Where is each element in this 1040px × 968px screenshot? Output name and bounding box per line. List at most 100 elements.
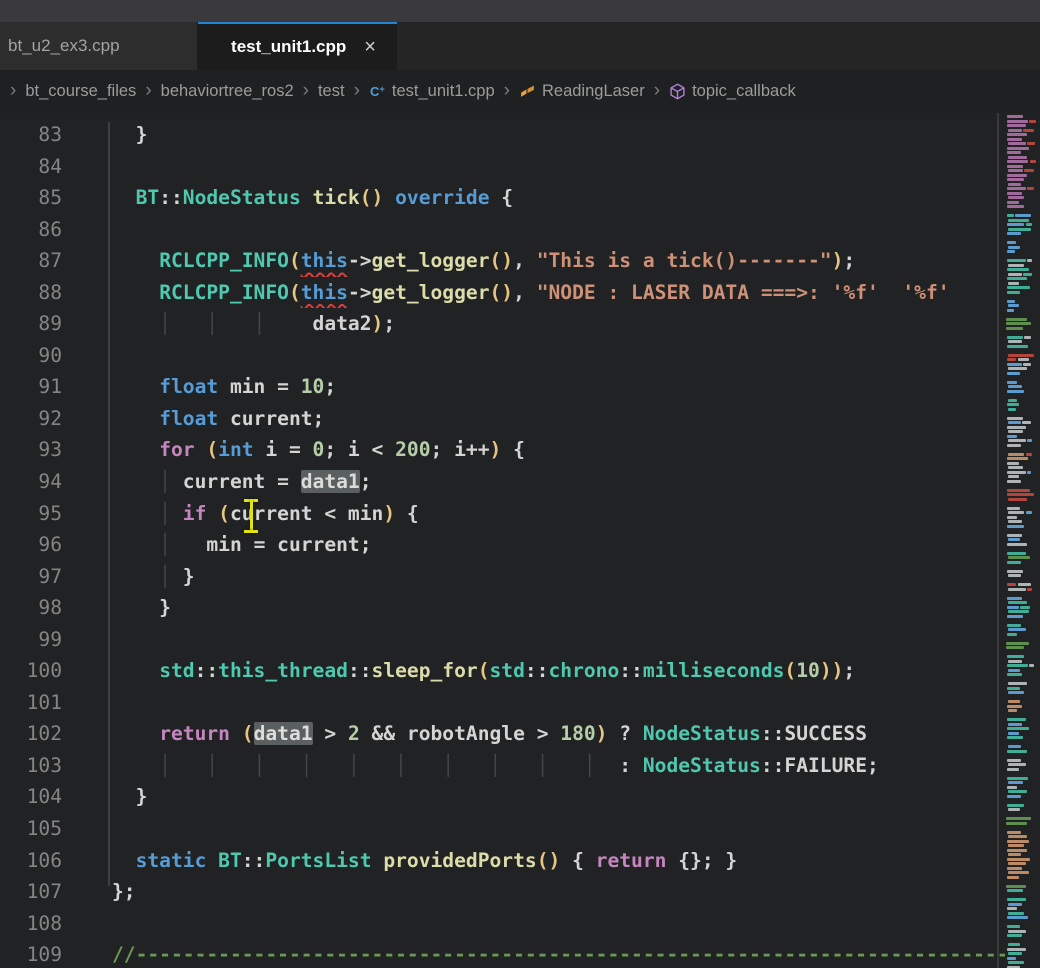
gutter-line-number[interactable]: 98 xyxy=(0,592,62,624)
code-line-92[interactable]: 92 float current; xyxy=(0,403,1005,435)
code-text[interactable]: RCLCPP_INFO(this->get_logger(), "NODE : … xyxy=(62,277,950,309)
code-line-89[interactable]: 89 │ │ │ data2); xyxy=(0,308,1005,340)
code-line-97[interactable]: 97 │ } xyxy=(0,561,1005,593)
gutter-line-number[interactable]: 109 xyxy=(0,939,62,968)
breadcrumb-item-test_unit1.cpp[interactable]: C+test_unit1.cpp xyxy=(369,82,495,101)
gutter-line-number[interactable]: 87 xyxy=(0,245,62,277)
gutter-line-number[interactable]: 84 xyxy=(0,151,62,183)
breadcrumb-item-test[interactable]: test xyxy=(318,82,345,101)
code-line-105[interactable]: 105 xyxy=(0,813,1005,845)
code-text[interactable]: │ } xyxy=(62,561,195,593)
minimap-line xyxy=(1026,511,1033,514)
minimap-line xyxy=(1007,345,1028,348)
gutter-line-number[interactable]: 102 xyxy=(0,718,62,750)
code-text[interactable]: } xyxy=(62,592,171,624)
code-line-95[interactable]: 95 │ if (current < min) { xyxy=(0,498,1005,530)
code-text[interactable]: RCLCPP_INFO(this->get_logger(), "This is… xyxy=(62,245,855,277)
code-text[interactable]: │ │ │ data2); xyxy=(62,308,395,340)
code-line-108[interactable]: 108 xyxy=(0,908,1005,940)
code-line-91[interactable]: 91 float min = 10; xyxy=(0,371,1005,403)
gutter-line-number[interactable]: 85 xyxy=(0,182,62,214)
code-text[interactable]: } xyxy=(62,119,147,151)
breadcrumb-item-behaviortree_ros2[interactable]: behaviortree_ros2 xyxy=(161,82,294,101)
code-line-109[interactable]: 109//-----------------------------------… xyxy=(0,939,1005,968)
minimap-line xyxy=(1027,471,1032,474)
gutter-line-number[interactable]: 97 xyxy=(0,561,62,593)
code-text[interactable] xyxy=(62,340,124,372)
code-text[interactable]: │ min = current; xyxy=(62,529,372,561)
breadcrumb-item-readinglaser[interactable]: ReadingLaser xyxy=(519,82,645,101)
gutter-line-number[interactable]: 89 xyxy=(0,308,62,340)
code-line-104[interactable]: 104 } xyxy=(0,781,1005,813)
code-line-93[interactable]: 93 for (int i = 0; i < 200; i++) { xyxy=(0,434,1005,466)
breadcrumb-item-topic_callback[interactable]: topic_callback xyxy=(669,82,796,101)
gutter-line-number[interactable]: 103 xyxy=(0,750,62,782)
code-line-87[interactable]: 87 RCLCPP_INFO(this->get_logger(), "This… xyxy=(0,245,1005,277)
minimap-line xyxy=(1007,727,1029,730)
code-line-94[interactable]: 94 │ current = data1; xyxy=(0,466,1005,498)
code-line-83[interactable]: 83 } xyxy=(0,119,1005,151)
minimap[interactable] xyxy=(1006,115,1040,968)
code-line-88[interactable]: 88 RCLCPP_INFO(this->get_logger(), "NODE… xyxy=(0,277,1005,309)
code-text[interactable]: return (data1 > 2 && robotAngle > 180) ?… xyxy=(62,718,867,750)
gutter-line-number[interactable]: 91 xyxy=(0,371,62,403)
code-text[interactable]: for (int i = 0; i < 200; i++) { xyxy=(62,434,525,466)
gutter-line-number[interactable]: 100 xyxy=(0,655,62,687)
code-line-85[interactable]: 85 BT::NodeStatus tick() override { xyxy=(0,182,1005,214)
code-text[interactable]: float min = 10; xyxy=(62,371,336,403)
code-line-107[interactable]: 107}; xyxy=(0,876,1005,908)
gutter-line-number[interactable]: 105 xyxy=(0,813,62,845)
code-line-103[interactable]: 103 │ │ │ │ │ │ │ │ │ │ : NodeStatus::FA… xyxy=(0,750,1005,782)
gutter-line-number[interactable]: 101 xyxy=(0,687,62,719)
code-line-99[interactable]: 99 xyxy=(0,624,1005,656)
minimap-line xyxy=(1007,192,1022,195)
gutter-line-number[interactable]: 108 xyxy=(0,908,62,940)
code-text[interactable]: float current; xyxy=(62,403,324,435)
tab-test_unit1[interactable]: test_unit1.cpp × xyxy=(198,22,397,70)
gutter-line-number[interactable]: 106 xyxy=(0,845,62,877)
code-text[interactable] xyxy=(62,151,124,183)
code-text[interactable]: }; xyxy=(62,876,136,908)
code-text[interactable]: │ current = data1; xyxy=(62,466,372,498)
gutter-line-number[interactable]: 93 xyxy=(0,434,62,466)
gutter-line-number[interactable]: 86 xyxy=(0,214,62,246)
code-text[interactable] xyxy=(62,687,124,719)
gutter-line-number[interactable]: 90 xyxy=(0,340,62,372)
code-text[interactable]: std::this_thread::sleep_for(std::chrono:… xyxy=(62,655,855,687)
gutter-line-number[interactable]: 95 xyxy=(0,498,62,530)
gutter-line-number[interactable]: 83 xyxy=(0,119,62,151)
code-text[interactable]: //--------------------------------------… xyxy=(62,939,1005,968)
code-line-96[interactable]: 96 │ min = current; xyxy=(0,529,1005,561)
gutter-line-number[interactable]: 88 xyxy=(0,277,62,309)
indent-guide: │ xyxy=(395,754,407,777)
code-editor[interactable]: 83 }84 85 BT::NodeStatus tick() override… xyxy=(0,113,1040,968)
code-line-86[interactable]: 86 xyxy=(0,214,1005,246)
code-text[interactable]: │ │ │ │ │ │ │ │ │ │ : NodeStatus::FAILUR… xyxy=(62,750,879,782)
code-line-98[interactable]: 98 } xyxy=(0,592,1005,624)
code-line-101[interactable]: 101 xyxy=(0,687,1005,719)
code-line-106[interactable]: 106 static BT::PortsList providedPorts()… xyxy=(0,845,1005,877)
gutter-line-number[interactable]: 107 xyxy=(0,876,62,908)
code-text[interactable] xyxy=(62,908,124,940)
code-text[interactable] xyxy=(62,813,124,845)
code-text[interactable]: } xyxy=(62,781,147,813)
minimap-line xyxy=(1008,538,1020,541)
code-text[interactable] xyxy=(62,214,124,246)
close-icon[interactable]: × xyxy=(360,37,380,57)
gutter-line-number[interactable]: 104 xyxy=(0,781,62,813)
code-line-90[interactable]: 90 xyxy=(0,340,1005,372)
code-text[interactable] xyxy=(62,624,124,656)
code-text[interactable]: BT::NodeStatus tick() override { xyxy=(62,182,513,214)
code-text[interactable]: static BT::PortsList providedPorts() { r… xyxy=(62,845,737,877)
code-line-100[interactable]: 100 std::this_thread::sleep_for(std::chr… xyxy=(0,655,1005,687)
gutter-line-number[interactable]: 92 xyxy=(0,403,62,435)
gutter-line-number[interactable]: 94 xyxy=(0,466,62,498)
code-line-84[interactable]: 84 xyxy=(0,151,1005,183)
gutter-line-number[interactable]: 96 xyxy=(0,529,62,561)
tab-bt_u2_ex3[interactable]: bt_u2_ex3.cpp xyxy=(0,22,198,70)
breadcrumb-item-bt_course_files[interactable]: bt_course_files xyxy=(25,82,136,101)
minimap-line xyxy=(1007,250,1015,253)
code-text[interactable]: │ if (current < min) { xyxy=(62,498,419,530)
code-line-102[interactable]: 102 return (data1 > 2 && robotAngle > 18… xyxy=(0,718,1005,750)
gutter-line-number[interactable]: 99 xyxy=(0,624,62,656)
